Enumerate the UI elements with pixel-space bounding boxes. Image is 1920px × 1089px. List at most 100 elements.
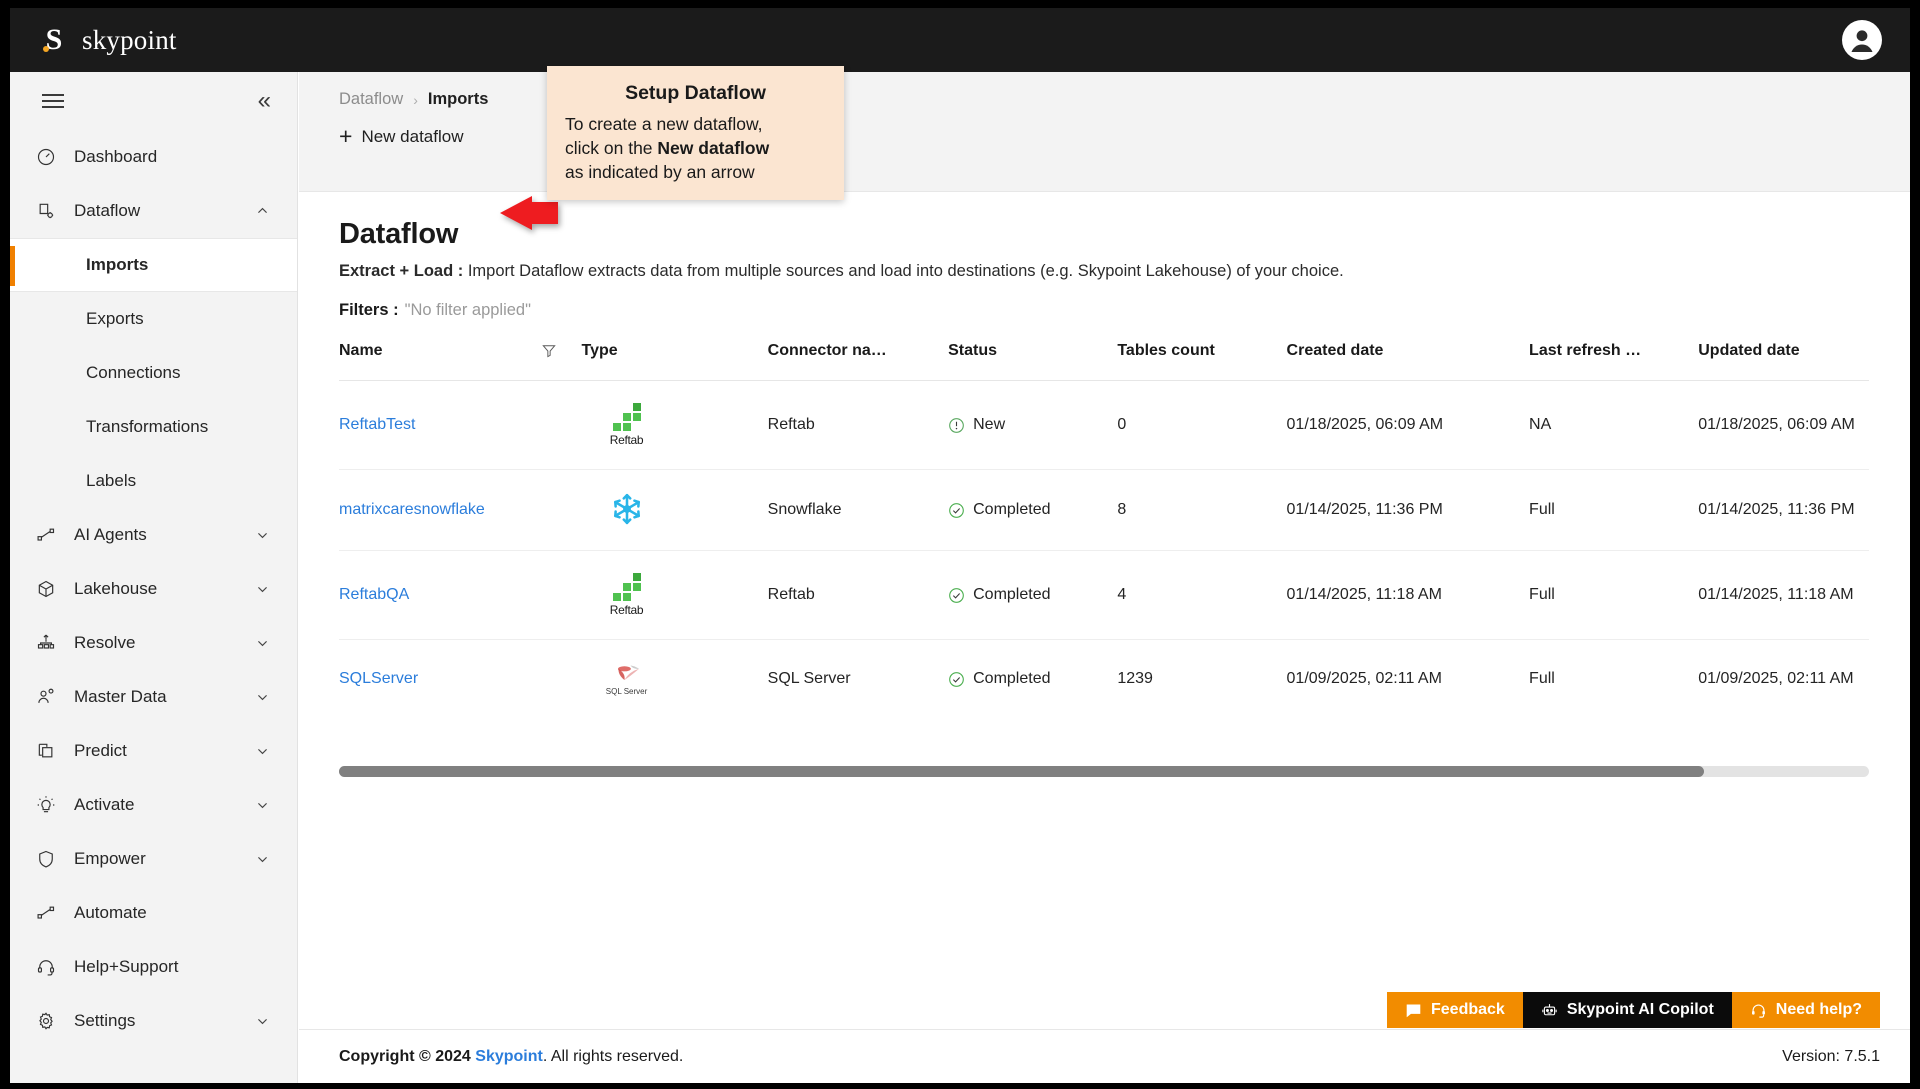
created-date: 01/18/2025, 06:09 AM [1287, 381, 1530, 470]
connector-name: Reftab [768, 551, 948, 640]
skypoint-ai-copilot-button[interactable]: Skypoint AI Copilot [1523, 992, 1732, 1028]
table-row[interactable]: SQLServer SQL Server [339, 640, 1869, 715]
tables-count: 0 [1117, 381, 1286, 470]
sidebar-item-dataflow[interactable]: Dataflow [10, 184, 297, 238]
gear-icon [36, 1010, 62, 1032]
footer: Copyright © 2024 Skypoint. All rights re… [299, 1029, 1910, 1083]
sidebar-item-master-data[interactable]: Master Data [10, 670, 297, 724]
app-window: S skypoint « [10, 8, 1910, 1083]
top-bar: S skypoint [10, 8, 1910, 72]
chevron-down-icon [256, 691, 269, 704]
sidebar-item-settings[interactable]: Settings [10, 994, 297, 1048]
need-help-button[interactable]: Need help? [1732, 992, 1880, 1028]
robot-icon [1541, 1002, 1558, 1019]
gauge-icon [36, 146, 62, 168]
sidebar-item-empower[interactable]: Empower [10, 832, 297, 886]
dataflow-name-link[interactable]: ReftabTest [339, 416, 415, 433]
dataflow-table-container: Name Type Connector na… Status Tables co… [339, 342, 1869, 714]
sidebar-item-transformations[interactable]: Transformations [10, 400, 297, 454]
sidebar-label-predict: Predict [74, 741, 127, 761]
scrollbar-thumb[interactable] [339, 766, 1704, 777]
dataflow-name-link[interactable]: SQLServer [339, 670, 418, 687]
dataflow-name-link[interactable]: ReftabQA [339, 586, 409, 603]
sidebar-label-connections: Connections [86, 363, 181, 383]
dataflow-table: Name Type Connector na… Status Tables co… [339, 342, 1869, 714]
sidebar-item-ai-agents[interactable]: AI Agents [10, 508, 297, 562]
table-row[interactable]: matrixcaresnowflake [339, 470, 1869, 551]
sidebar: « Dashboard Dataflow Imports [10, 72, 298, 1083]
column-header-name[interactable]: Name [339, 342, 582, 381]
column-header-connector-name[interactable]: Connector na… [768, 342, 948, 381]
updated-date: 01/14/2025, 11:36 PM [1698, 470, 1869, 551]
column-header-type[interactable]: Type [582, 342, 768, 381]
updated-date: 01/18/2025, 06:09 AM [1698, 381, 1869, 470]
chevron-double-left-icon[interactable]: « [254, 87, 275, 115]
sidebar-item-predict[interactable]: Predict [10, 724, 297, 778]
new-dataflow-button[interactable]: + New dataflow [339, 125, 464, 148]
footer-brand-link[interactable]: Skypoint [475, 1048, 543, 1065]
feedback-button[interactable]: Feedback [1387, 992, 1523, 1028]
sql-server-wordmark: SQL Server [606, 687, 648, 696]
sidebar-item-dashboard[interactable]: Dashboard [10, 130, 297, 184]
breadcrumb-current: Imports [428, 90, 489, 109]
updated-date: 01/09/2025, 02:11 AM [1698, 640, 1869, 715]
column-header-last-refresh-type[interactable]: Last refresh … [1529, 342, 1698, 381]
chevron-down-icon [256, 1015, 269, 1028]
page-description-label: Extract + Load : [339, 262, 463, 280]
status-badge: Completed [948, 501, 1117, 519]
sidebar-item-resolve[interactable]: Resolve [10, 616, 297, 670]
chevron-down-icon [256, 745, 269, 758]
need-help-label: Need help? [1776, 1001, 1862, 1019]
table-row[interactable]: ReftabTest Reftab [339, 381, 1869, 470]
copilot-label: Skypoint AI Copilot [1567, 1001, 1714, 1019]
breadcrumb-separator-icon: › [413, 92, 418, 108]
nodes-icon [36, 902, 62, 924]
tooltip-line-2-bold: New dataflow [657, 138, 769, 158]
tables-count: 4 [1117, 551, 1286, 640]
sidebar-item-activate[interactable]: Activate [10, 778, 297, 832]
reftab-logo-icon: Reftab [582, 403, 672, 447]
table-body: ReftabTest Reftab [339, 381, 1869, 715]
chevron-down-icon [256, 583, 269, 596]
status-badge: Completed [948, 586, 1117, 604]
sidebar-label-imports: Imports [86, 255, 148, 275]
column-header-created-date[interactable]: Created date [1287, 342, 1530, 381]
connector-name: Reftab [768, 381, 948, 470]
brand-name: skypoint [82, 25, 177, 56]
breadcrumb-parent[interactable]: Dataflow [339, 90, 403, 109]
sidebar-item-connections[interactable]: Connections [10, 346, 297, 400]
table-row[interactable]: ReftabQA Reftab [339, 551, 1869, 640]
sidebar-item-labels[interactable]: Labels [10, 454, 297, 508]
sidebar-item-imports[interactable]: Imports [10, 238, 297, 292]
sidebar-label-activate: Activate [74, 795, 134, 815]
hamburger-icon[interactable] [42, 90, 64, 113]
user-avatar[interactable] [1842, 20, 1882, 60]
column-header-updated-date[interactable]: Updated date [1698, 342, 1869, 381]
footer-copyright: Copyright © 2024 Skypoint. All rights re… [339, 1048, 683, 1066]
filter-funnel-icon[interactable] [542, 344, 556, 358]
tooltip-line-2-pre: click on the [565, 138, 657, 158]
tables-count: 1239 [1117, 640, 1286, 715]
sidebar-item-exports[interactable]: Exports [10, 292, 297, 346]
sidebar-item-lakehouse[interactable]: Lakehouse [10, 562, 297, 616]
logo-dot-icon [43, 46, 49, 52]
table-horizontal-scrollbar[interactable] [339, 766, 1869, 777]
page-description: Extract + Load : Import Dataflow extract… [339, 262, 1910, 281]
connector-name: Snowflake [768, 470, 948, 551]
sidebar-label-empower: Empower [74, 849, 146, 869]
status-label: Completed [973, 670, 1050, 688]
sidebar-label-settings: Settings [74, 1011, 135, 1031]
column-header-tables-count[interactable]: Tables count [1117, 342, 1286, 381]
status-label: Completed [973, 586, 1050, 604]
sidebar-item-automate[interactable]: Automate [10, 886, 297, 940]
copy-squares-icon [36, 740, 62, 762]
status-label: Completed [973, 501, 1050, 519]
main-content: Dataflow › Imports + New dataflow Setup … [299, 72, 1910, 1083]
brand-logo[interactable]: S skypoint [34, 20, 177, 60]
dataflow-name-link[interactable]: matrixcaresnowflake [339, 501, 485, 518]
sidebar-item-help-support[interactable]: Help+Support [10, 940, 297, 994]
hierarchy-icon [36, 632, 62, 654]
footer-copyright-pre: Copyright © 2024 [339, 1048, 475, 1065]
column-header-status[interactable]: Status [948, 342, 1117, 381]
bottom-action-buttons: Feedback Skypoint AI Copilot Need help? [1387, 992, 1880, 1028]
